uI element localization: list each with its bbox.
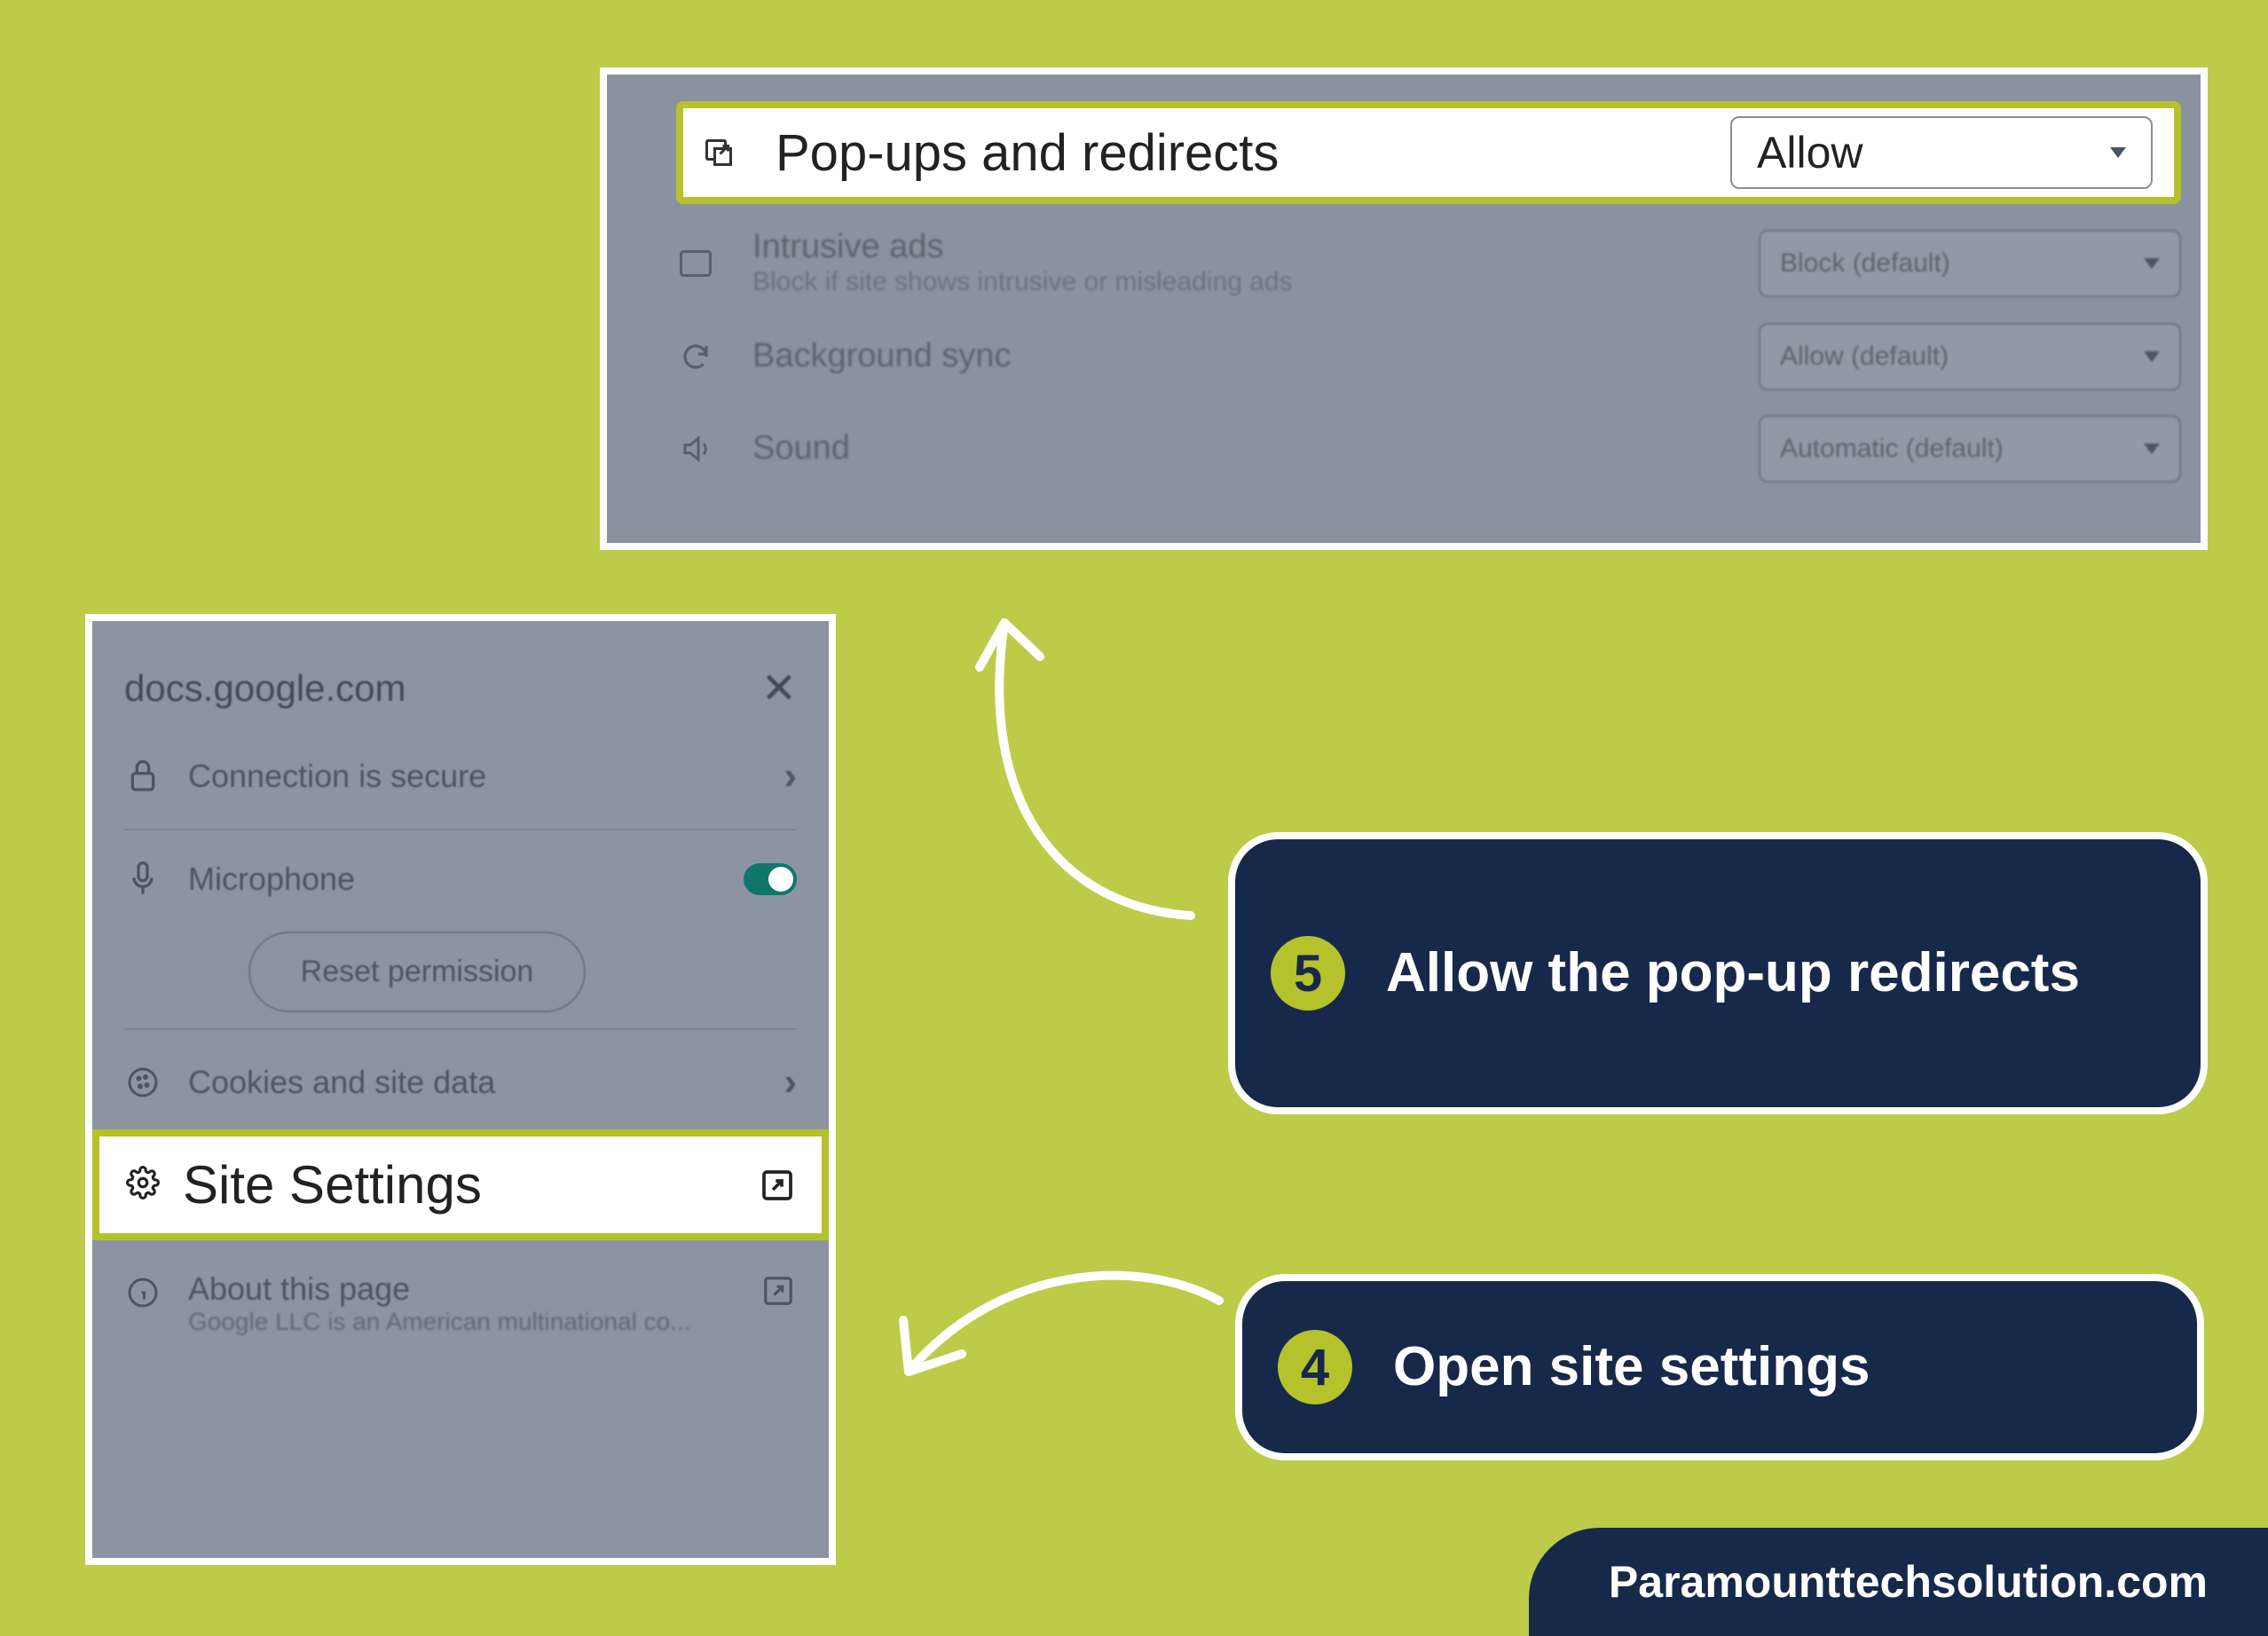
ads-sub: Block if site shows intrusive or mislead… <box>752 266 1759 298</box>
sound-icon <box>676 429 715 468</box>
step-5-text: Allow the pop-up redirects <box>1386 941 2080 1004</box>
divider <box>124 1028 797 1030</box>
cookie-icon <box>124 1064 161 1101</box>
site-settings-label: Site Settings <box>183 1154 760 1215</box>
microphone-label: Microphone <box>188 861 744 898</box>
chevron-right-icon: › <box>784 1060 797 1105</box>
cookies-item[interactable]: Cookies and site data › <box>92 1035 829 1129</box>
step-4-callout: 4 Open site settings <box>1235 1274 2204 1460</box>
microphone-toggle[interactable] <box>744 863 797 895</box>
chevron-down-icon <box>2144 351 2160 362</box>
chevron-right-icon: › <box>784 754 797 798</box>
microphone-item: Microphone <box>92 836 829 923</box>
setting-row-ads[interactable]: Intrusive ads Block if site shows intrus… <box>676 216 2181 311</box>
about-title: About this page <box>188 1270 761 1308</box>
setting-row-sound[interactable]: Sound Automatic (default) <box>676 403 2181 495</box>
footer-brand: Paramounttechsolution.com <box>1529 1528 2268 1636</box>
connection-secure-label: Connection is secure <box>188 758 784 795</box>
sound-select-value: Automatic (default) <box>1780 434 2004 464</box>
bgsync-title: Background sync <box>752 338 1759 375</box>
step-4-number: 4 <box>1278 1330 1352 1404</box>
reset-permission-button[interactable]: Reset permission <box>248 932 586 1012</box>
close-icon[interactable]: ✕ <box>761 664 797 713</box>
ads-icon <box>676 244 715 283</box>
external-link-icon <box>760 1168 795 1203</box>
ads-select[interactable]: Block (default) <box>1759 230 2181 297</box>
setting-row-bgsync[interactable]: Background sync Allow (default) <box>676 311 2181 403</box>
site-info-popup: docs.google.com ✕ Connection is secure ›… <box>85 614 836 1565</box>
microphone-icon <box>124 861 161 898</box>
chevron-down-icon <box>2144 444 2160 454</box>
permissions-panel: Pop-ups and redirects Allow Intrusive ad… <box>600 67 2208 550</box>
info-icon <box>124 1274 161 1311</box>
about-page-item[interactable]: About this page Google LLC is an America… <box>92 1240 829 1361</box>
arrow-step4 <box>873 1247 1228 1425</box>
lock-icon <box>124 758 161 795</box>
cookies-label: Cookies and site data <box>188 1064 784 1101</box>
sync-icon <box>676 337 715 376</box>
sound-title: Sound <box>752 430 1759 468</box>
bgsync-select-value: Allow (default) <box>1780 342 1949 372</box>
site-domain: docs.google.com <box>124 667 406 710</box>
step-5-number: 5 <box>1271 936 1345 1011</box>
bgsync-select[interactable]: Allow (default) <box>1759 323 2181 390</box>
ads-select-value: Block (default) <box>1780 248 1950 279</box>
step-4-text: Open site settings <box>1393 1335 1870 1398</box>
ads-title: Intrusive ads <box>752 229 1759 266</box>
site-settings-item[interactable]: Site Settings <box>92 1129 829 1240</box>
gear-icon <box>126 1166 160 1204</box>
step-5-callout: 5 Allow the pop-up redirects <box>1228 832 2208 1114</box>
connection-secure-item[interactable]: Connection is secure › <box>92 729 829 823</box>
chevron-down-icon <box>2144 258 2160 269</box>
about-sub: Google LLC is an American multinational … <box>188 1308 761 1336</box>
divider <box>124 829 797 830</box>
arrow-step5 <box>933 587 1217 924</box>
external-link-icon <box>761 1274 797 1310</box>
sound-select[interactable]: Automatic (default) <box>1759 415 2181 483</box>
